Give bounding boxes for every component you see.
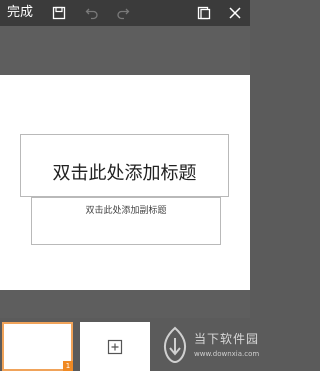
slide-thumbnail-strip: 1 当下软件园 www.downxia.com (0, 318, 259, 371)
subtitle-placeholder-text: 双击此处添加副标题 (85, 206, 167, 216)
title-placeholder-text: 双击此处添加标题 (52, 162, 197, 184)
save-icon (52, 6, 66, 20)
watermark: 当下软件园 www.downxia.com (156, 322, 259, 368)
title-placeholder[interactable]: 双击此处添加标题 (20, 134, 229, 197)
add-slide-button[interactable] (80, 322, 150, 371)
close-icon (229, 7, 241, 19)
undo-icon (85, 8, 98, 20)
undo-button[interactable] (82, 3, 102, 23)
pages-icon (197, 6, 211, 20)
watermark-logo-icon (163, 326, 187, 364)
redo-icon (117, 8, 130, 20)
slide-canvas[interactable]: 双击此处添加标题 双击此处添加副标题 (0, 75, 250, 290)
redo-button[interactable] (113, 3, 133, 23)
watermark-url: www.downxia.com (194, 350, 260, 358)
save-button[interactable] (49, 3, 69, 23)
slide-number-badge: 1 (63, 361, 73, 371)
watermark-title: 当下软件园 (194, 332, 260, 346)
done-button[interactable]: 完成 (7, 3, 33, 23)
slide-thumbnail[interactable]: 1 (2, 322, 73, 371)
subtitle-placeholder[interactable]: 双击此处添加副标题 (31, 197, 221, 245)
editing-workspace: 双击此处添加标题 双击此处添加副标题 (0, 26, 250, 318)
pages-button[interactable] (194, 3, 214, 23)
close-button[interactable] (225, 3, 245, 23)
top-toolbar: 完成 (0, 0, 250, 26)
plus-icon (107, 339, 123, 354)
